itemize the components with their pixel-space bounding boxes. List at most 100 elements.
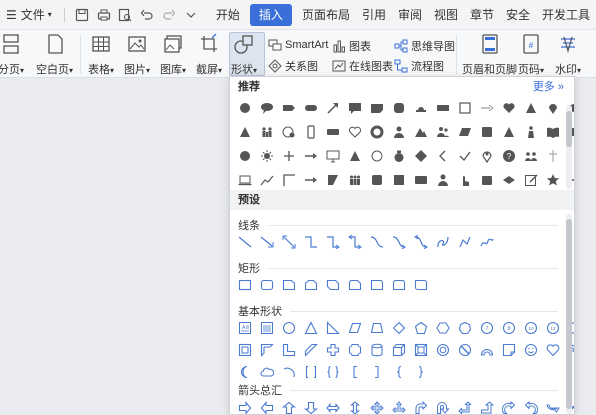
tab-developer[interactable]: 开发工具 bbox=[536, 4, 596, 26]
rect-shape-icon[interactable] bbox=[432, 97, 454, 119]
smartart-button[interactable]: SmartArt bbox=[268, 38, 328, 52]
relation-button[interactable]: 关系图 bbox=[268, 58, 318, 74]
pentagon-arrow-icon[interactable] bbox=[278, 97, 300, 119]
decagon-number-icon[interactable]: 8 bbox=[498, 317, 520, 339]
parallelogram-icon[interactable] bbox=[454, 121, 476, 143]
corner-icon[interactable] bbox=[278, 169, 300, 191]
trapezoid-icon[interactable] bbox=[366, 317, 388, 339]
laptop-icon[interactable] bbox=[234, 169, 256, 191]
tab-review[interactable]: 审阅 bbox=[392, 4, 428, 26]
text-box-icon[interactable]: A bbox=[234, 317, 256, 339]
arrow-right-icon[interactable] bbox=[300, 169, 322, 191]
right-bracket-icon[interactable] bbox=[366, 361, 388, 383]
can-icon[interactable] bbox=[366, 339, 388, 361]
right-triangle-icon[interactable] bbox=[322, 317, 344, 339]
curved-double-arrow-icon[interactable] bbox=[410, 231, 432, 253]
snip-rect-icon[interactable] bbox=[366, 97, 388, 119]
book-icon[interactable] bbox=[542, 121, 564, 143]
watermark-button[interactable]: 水印▾ bbox=[555, 32, 581, 77]
gallery-button[interactable]: 图库▾ bbox=[160, 32, 186, 77]
curved-connector-icon[interactable] bbox=[366, 231, 388, 253]
double-brace-icon[interactable] bbox=[322, 361, 344, 383]
elbow-double-arrow-icon[interactable] bbox=[344, 231, 366, 253]
triangle-icon[interactable] bbox=[520, 97, 542, 119]
scribble-icon[interactable] bbox=[476, 231, 498, 253]
rounded-square-icon[interactable] bbox=[388, 97, 410, 119]
tab-insert[interactable]: 插入 bbox=[249, 3, 292, 26]
freeform-icon[interactable] bbox=[454, 231, 476, 253]
cross-icon[interactable] bbox=[542, 145, 564, 167]
diagonal-stripe-icon[interactable] bbox=[300, 339, 322, 361]
screenshot-button[interactable]: 截屏▾ bbox=[196, 32, 222, 77]
chevron-left-icon[interactable] bbox=[432, 145, 454, 167]
map-pin-icon[interactable] bbox=[542, 97, 564, 119]
shape-button[interactable]: 形状▾ bbox=[231, 32, 257, 77]
redo-icon[interactable] bbox=[158, 4, 180, 26]
people-group-icon[interactable] bbox=[344, 169, 366, 191]
bent-arrow-icon[interactable] bbox=[410, 397, 432, 414]
smiley-face-icon[interactable] bbox=[520, 339, 542, 361]
checkmark-icon[interactable] bbox=[454, 145, 476, 167]
print-preview-icon[interactable] bbox=[115, 4, 137, 26]
tab-view[interactable]: 视图 bbox=[428, 4, 464, 26]
file-menu[interactable]: ☰ 文件 ▾ bbox=[0, 4, 58, 26]
person-icon[interactable] bbox=[388, 121, 410, 143]
line-chart-icon[interactable] bbox=[256, 169, 278, 191]
twelve-gon-number-icon[interactable]: 12 bbox=[542, 317, 564, 339]
more-icon[interactable] bbox=[180, 4, 202, 26]
curved-left-arrow-icon[interactable] bbox=[520, 397, 542, 414]
speech-bubble-oval-icon[interactable] bbox=[256, 97, 278, 119]
double-arrow-line-icon[interactable] bbox=[278, 231, 300, 253]
speech-bubble-rect-icon[interactable] bbox=[344, 97, 366, 119]
people-group-icon[interactable] bbox=[256, 121, 278, 143]
left-right-up-arrow-icon[interactable] bbox=[388, 397, 410, 414]
round-diagonal-rect-icon[interactable] bbox=[410, 274, 432, 296]
flowchart-button[interactable]: 流程图 bbox=[394, 58, 444, 74]
heart-outline-icon[interactable] bbox=[344, 121, 366, 143]
diamond-icon[interactable] bbox=[410, 145, 432, 167]
tab-security[interactable]: 安全 bbox=[500, 4, 536, 26]
tab-home[interactable]: 开始 bbox=[210, 4, 246, 26]
chart-button[interactable]: 图表 bbox=[332, 38, 371, 54]
circle-shape-icon[interactable] bbox=[234, 145, 256, 167]
half-frame-icon[interactable] bbox=[256, 339, 278, 361]
snip-corner-rect-icon[interactable] bbox=[278, 274, 300, 296]
tab-references[interactable]: 引用 bbox=[356, 4, 392, 26]
snip-same-side-rect-icon[interactable] bbox=[300, 274, 322, 296]
rounded-rectangle-icon[interactable] bbox=[256, 274, 278, 296]
quad-arrow-shape-icon[interactable] bbox=[366, 397, 388, 414]
rect-shape-icon[interactable] bbox=[410, 169, 432, 191]
right-brace-icon[interactable] bbox=[410, 361, 432, 383]
undo-icon[interactable] bbox=[136, 4, 158, 26]
rounded-square-icon[interactable] bbox=[366, 169, 388, 191]
print-icon[interactable] bbox=[93, 4, 115, 26]
elbow-connector-icon[interactable] bbox=[300, 231, 322, 253]
star-icon[interactable] bbox=[542, 169, 564, 191]
edit-icon[interactable] bbox=[520, 169, 542, 191]
location-pin-icon[interactable] bbox=[476, 145, 498, 167]
person-group-icon[interactable] bbox=[432, 121, 454, 143]
left-arrow-shape-icon[interactable] bbox=[256, 397, 278, 414]
l-shape-icon[interactable] bbox=[278, 339, 300, 361]
curved-up-arrow-icon[interactable] bbox=[542, 397, 564, 414]
square-icon[interactable] bbox=[476, 121, 498, 143]
heart-icon[interactable] bbox=[498, 97, 520, 119]
puzzle-icon[interactable] bbox=[476, 169, 498, 191]
left-right-arrow-shape-icon[interactable] bbox=[322, 397, 344, 414]
folded-corner-icon[interactable] bbox=[498, 339, 520, 361]
bent-up-arrow-icon[interactable] bbox=[476, 397, 498, 414]
mountain-icon[interactable] bbox=[410, 121, 432, 143]
arrow-right-icon[interactable] bbox=[476, 97, 498, 119]
plaque-icon[interactable] bbox=[344, 339, 366, 361]
left-brace-icon[interactable] bbox=[388, 361, 410, 383]
leaf-icon[interactable] bbox=[498, 169, 520, 191]
hexagon-icon[interactable] bbox=[432, 317, 454, 339]
curved-right-arrow-icon[interactable] bbox=[498, 397, 520, 414]
up-down-arrow-shape-icon[interactable] bbox=[344, 397, 366, 414]
tab-chapter[interactable]: 章节 bbox=[464, 4, 500, 26]
triangle-icon[interactable] bbox=[498, 121, 520, 143]
curved-arrow-icon[interactable] bbox=[388, 231, 410, 253]
plus-icon[interactable] bbox=[278, 145, 300, 167]
square-icon[interactable] bbox=[388, 169, 410, 191]
double-bracket-icon[interactable] bbox=[300, 361, 322, 383]
